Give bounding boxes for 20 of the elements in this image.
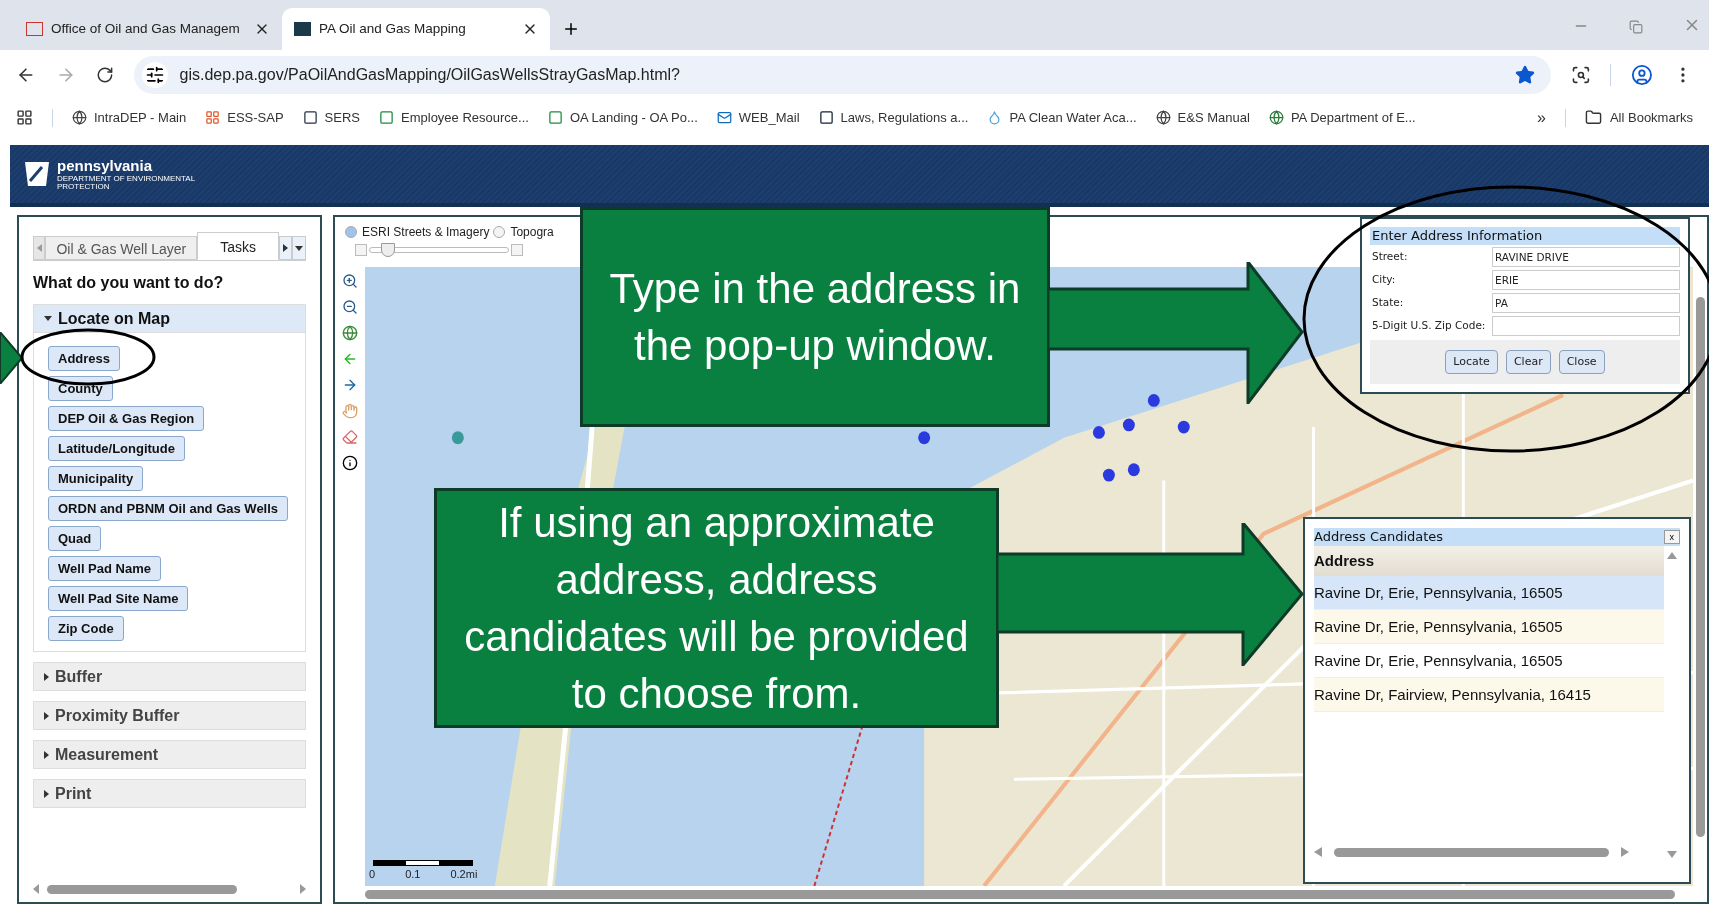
scale-label: 0: [369, 866, 376, 882]
radio-label: Topogra: [510, 224, 554, 241]
agency-subtitle: DEPARTMENT OF ENVIRONMENTAL PROTECTION: [57, 174, 196, 191]
scale-label: 0.1: [405, 866, 421, 882]
tab-title: PA Oil and Gas Mapping: [319, 19, 467, 38]
field-label: State:: [1371, 295, 1405, 311]
field-label: Street:: [1371, 249, 1409, 265]
tasks-question: What do you want to do?: [33, 273, 225, 293]
dialog-title: Enter Address Information: [1370, 227, 1680, 245]
instruction-callout: If using an approximate address, address candidates will be provided to choose from.: [434, 488, 999, 728]
url-text: gis.dep.pa.gov/PaOilAndGasMapping/OilGasWellsStrayGasMap.html?: [179, 65, 681, 85]
field-label: 5-Digit U.S. Zip Code:: [1371, 318, 1487, 334]
agency-name: pennsylvania: [57, 157, 154, 173]
radio-label: ESRI Streets & Imagery: [362, 224, 490, 241]
tab-title: Office of Oil and Gas Managem: [51, 19, 241, 38]
column-header: Address: [1314, 546, 1664, 576]
instruction-callout: Type in the address in the pop-up window.: [580, 207, 1050, 427]
scale-label: 0.2mi: [450, 866, 478, 882]
field-label: City:: [1371, 272, 1397, 288]
dialog-title: Address Candidates: [1314, 528, 1444, 547]
